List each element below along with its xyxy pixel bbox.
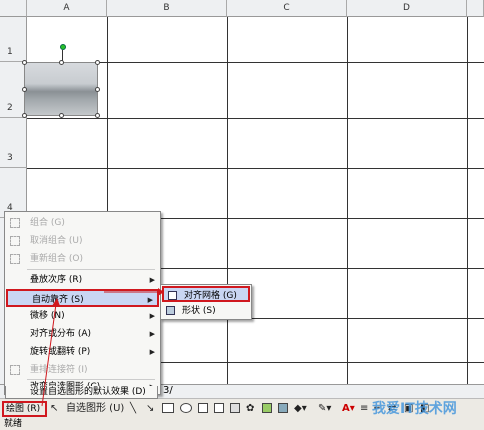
selected-picture[interactable] [22, 60, 100, 118]
line-icon[interactable]: ╲ [130, 402, 136, 416]
select-objects-icon[interactable]: ↖ [50, 402, 58, 416]
resize-handle[interactable] [59, 60, 64, 65]
gridline [27, 118, 484, 119]
menu-item-label: 组合 (G) [30, 218, 65, 228]
picture-icon[interactable] [278, 403, 288, 413]
diagram-icon[interactable]: ✿ [246, 402, 254, 416]
shape-icon [166, 306, 175, 315]
group-icon [10, 218, 20, 228]
menu-item-label: 重排连接符 (I) [30, 365, 88, 375]
menu-item-label: 设置自选图形的默认效果 (D) [30, 387, 146, 397]
resize-handle[interactable] [22, 113, 27, 118]
submenu-arrow-icon: ▶ [149, 312, 155, 320]
menu-item-nudge[interactable]: 微移 (N) ▶ [6, 307, 159, 325]
menu-item-rotate-flip[interactable]: 旋转或翻转 (P) ▶ [6, 343, 159, 361]
menu-item-label: 对齐或分布 (A) [30, 329, 92, 339]
vertical-textbox-icon[interactable] [214, 403, 224, 413]
font-color-icon[interactable]: A▾ [342, 402, 355, 416]
resize-handle[interactable] [95, 60, 100, 65]
rectangle-icon[interactable] [162, 403, 174, 413]
status-bar: 就绪 [0, 418, 484, 430]
submenu-arrow-icon: ▶ [149, 330, 155, 338]
menu-item-label: 旋转或翻转 (P) [30, 347, 91, 357]
arrow-icon[interactable]: ↘ [146, 402, 154, 416]
menu-item-reroute-connectors[interactable]: 重排连接符 (I) [6, 361, 159, 379]
menu-item-regroup[interactable]: 重新组合 (O) [6, 250, 159, 268]
resize-handle[interactable] [59, 113, 64, 118]
menu-item-label: 自动靠齐 (S) [32, 295, 84, 305]
column-header-a[interactable]: A [27, 0, 107, 17]
column-header-b[interactable]: B [107, 0, 227, 17]
submenu-item-label: 形状 (S) [182, 306, 216, 316]
resize-handle[interactable] [95, 113, 100, 118]
menu-item-ungroup[interactable]: 取消组合 (U) [6, 232, 159, 250]
menu-item-align-distribute[interactable]: 对齐或分布 (A) ▶ [6, 325, 159, 343]
submenu-item-snap-to-grid[interactable]: 对齐网格 (G) [162, 286, 250, 302]
row-header-3[interactable]: 3 [0, 118, 27, 168]
menu-item-label: 叠放次序 (R) [30, 275, 83, 285]
oval-icon[interactable] [180, 403, 192, 413]
autoshape-menu[interactable]: 自选图形 (U) [66, 402, 124, 416]
resize-handle[interactable] [95, 87, 100, 92]
menu-item-snap[interactable]: 自动靠齐 (S) ▶ [6, 289, 159, 307]
corner-select-all[interactable] [0, 0, 27, 17]
row-header-1[interactable]: 1 [0, 17, 27, 62]
rotation-handle[interactable] [60, 44, 66, 50]
draw-menu-button[interactable]: 绘图 (R) ▾ [2, 401, 47, 426]
textbox-icon[interactable] [198, 403, 208, 413]
watermark-logo: 我爱IT技术网 [372, 401, 457, 417]
line-color-icon[interactable]: ✎▾ [318, 402, 331, 416]
menu-separator [27, 269, 155, 270]
sheet-tab-fragment: 3/ [163, 385, 173, 396]
resize-handle[interactable] [22, 60, 27, 65]
resize-handle[interactable] [22, 87, 27, 92]
status-text: 就绪 [4, 419, 23, 429]
menu-item-label: 取消组合 (U) [30, 236, 83, 246]
gridline [347, 17, 348, 384]
line-style-icon[interactable]: ≡ [360, 402, 368, 416]
fill-color-icon[interactable]: ◆▾ [294, 402, 307, 416]
column-header-e[interactable] [467, 0, 484, 17]
submenu-item-snap-to-shape[interactable]: 形状 (S) [162, 303, 250, 319]
ungroup-icon [10, 236, 20, 246]
gridline [27, 168, 484, 169]
submenu-item-label: 对齐网格 (G) [184, 291, 237, 301]
menu-item-label: 微移 (N) [30, 311, 65, 321]
menu-item-label: 重新组合 (O) [30, 254, 83, 264]
menu-item-group[interactable]: 组合 (G) [6, 214, 159, 232]
menu-item-set-default[interactable]: 设置自选图形的默认效果 (D) [5, 386, 158, 399]
menu-item-order[interactable]: 叠放次序 (R) ▶ [6, 271, 159, 289]
snap-submenu: 对齐网格 (G) 形状 (S) [160, 284, 252, 320]
column-header-c[interactable]: C [227, 0, 347, 17]
draw-context-menu: 组合 (G) 取消组合 (U) 重新组合 (O) 叠放次序 (R) ▶ 自动靠齐 … [4, 211, 161, 395]
gridline [227, 17, 228, 384]
submenu-arrow-icon: ▶ [149, 348, 155, 356]
column-header-d[interactable]: D [347, 0, 467, 17]
wordart-icon[interactable] [230, 403, 240, 413]
draw-menu-label: 绘图 (R) [6, 404, 41, 414]
regroup-icon [10, 254, 20, 264]
gridline [467, 17, 468, 384]
submenu-arrow-icon: ▶ [149, 276, 155, 284]
clipart-icon[interactable] [262, 403, 272, 413]
grid-icon [168, 291, 177, 300]
reroute-icon [10, 365, 20, 375]
